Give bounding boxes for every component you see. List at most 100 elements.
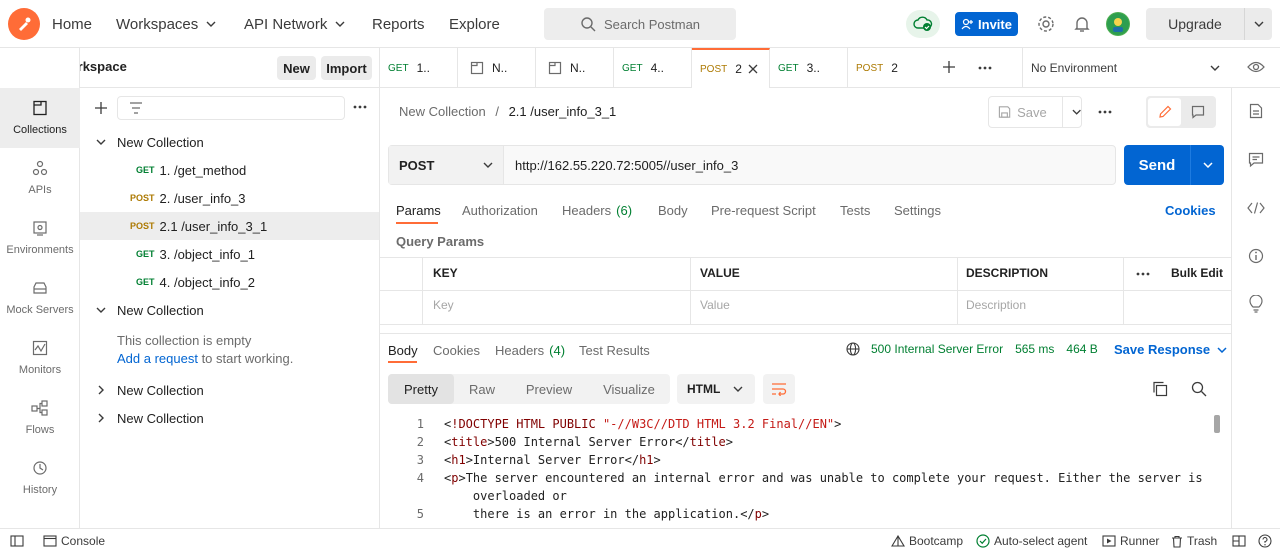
collection-item[interactable]: New Collection	[80, 296, 379, 324]
avatar[interactable]	[1106, 12, 1130, 36]
rail-item-mock-servers[interactable]: Mock Servers	[0, 268, 80, 328]
code-icon[interactable]	[1247, 202, 1265, 214]
tab-options-icon[interactable]	[978, 66, 992, 70]
response-tab-cookies[interactable]: Cookies	[433, 342, 480, 358]
breadcrumb-parent[interactable]: New Collection	[399, 104, 486, 119]
response-size[interactable]: 464 B	[1066, 342, 1097, 356]
tab-settings[interactable]: Settings	[894, 200, 941, 220]
nav-workspaces[interactable]: Workspaces	[116, 0, 216, 48]
search-icon[interactable]	[1191, 381, 1207, 397]
request-item-selected[interactable]: POST 2.1 /user_info_3_1	[80, 212, 379, 240]
search-input[interactable]: Search Postman	[544, 8, 736, 40]
request-item[interactable]: GET 4. /object_info_2	[80, 268, 379, 296]
upgrade-button[interactable]: Upgrade	[1146, 8, 1272, 40]
upgrade-dropdown[interactable]	[1245, 21, 1272, 27]
format-preview[interactable]: Preview	[510, 374, 588, 404]
collection-item[interactable]: New Collection	[80, 404, 379, 432]
send-dropdown[interactable]	[1191, 162, 1224, 168]
layout-toggle-button[interactable]	[1232, 533, 1250, 549]
add-icon[interactable]	[93, 100, 109, 116]
rail-item-collections[interactable]: Collections	[0, 88, 80, 148]
nav-explore[interactable]: Explore	[449, 0, 500, 48]
scrollbar[interactable]	[1214, 415, 1220, 433]
request-tab[interactable]: GET 4..	[614, 48, 692, 88]
nav-reports[interactable]: Reports	[372, 0, 425, 48]
wrap-lines-button[interactable]	[763, 374, 795, 404]
save-response-button[interactable]: Save Response	[1114, 342, 1227, 357]
rail-item-flows[interactable]: Flows	[0, 388, 80, 448]
close-icon[interactable]	[748, 64, 758, 74]
response-tab-body[interactable]: Body	[388, 342, 418, 358]
toggle-sidebar-button[interactable]	[10, 533, 28, 549]
nav-api-network[interactable]: API Network	[244, 0, 345, 48]
url-input[interactable]: http://162.55.220.72:5005//user_info_3	[504, 158, 738, 173]
format-visualize[interactable]: Visualize	[588, 374, 670, 404]
eye-icon[interactable]	[1247, 60, 1265, 74]
rail-item-environments[interactable]: Environments	[0, 208, 80, 268]
response-tab-headers[interactable]: Headers (4)	[495, 342, 565, 358]
description-input[interactable]: Description	[966, 298, 1026, 312]
invite-button[interactable]: Invite	[955, 12, 1018, 36]
bootcamp-button[interactable]: Bootcamp	[891, 533, 963, 549]
save-button[interactable]: Save	[988, 96, 1082, 128]
request-tab[interactable]: GET 3..	[770, 48, 848, 88]
info-icon[interactable]	[1248, 248, 1264, 264]
value-input[interactable]: Value	[700, 298, 730, 312]
filter-input[interactable]	[117, 96, 345, 120]
more-options-icon[interactable]	[1098, 110, 1112, 114]
chevron-down-icon[interactable]	[1072, 109, 1081, 115]
request-tab[interactable]: N..	[458, 48, 536, 88]
tab-tests[interactable]: Tests	[840, 200, 870, 220]
format-pretty[interactable]: Pretty	[388, 374, 454, 404]
tab-headers[interactable]: Headers (6)	[562, 200, 632, 220]
lightbulb-icon[interactable]	[1249, 295, 1263, 313]
tab-authorization[interactable]: Authorization	[462, 200, 538, 220]
request-tab[interactable]: N..	[536, 48, 614, 88]
request-item[interactable]: GET 3. /object_info_1	[80, 240, 379, 268]
request-tab[interactable]: POST 2	[848, 48, 926, 88]
request-item[interactable]: POST 2. /user_info_3	[80, 184, 379, 212]
runner-button[interactable]: Runner	[1102, 533, 1159, 549]
settings-button[interactable]	[1032, 10, 1060, 38]
trash-button[interactable]: Trash	[1171, 533, 1217, 549]
notifications-button[interactable]	[1068, 10, 1096, 38]
method-select[interactable]: POST	[389, 146, 504, 184]
request-tab-active[interactable]: POST 2	[692, 48, 770, 88]
tab-params[interactable]: Params	[396, 200, 441, 220]
format-raw[interactable]: Raw	[454, 374, 510, 404]
postman-logo-icon[interactable]	[8, 8, 40, 40]
more-options-icon[interactable]	[1136, 272, 1150, 276]
collection-item[interactable]: New Collection	[80, 128, 379, 156]
key-input[interactable]: Key	[433, 298, 454, 312]
send-button[interactable]: Send	[1124, 145, 1224, 185]
rail-item-monitors[interactable]: Monitors	[0, 328, 80, 388]
request-tab[interactable]: GET 1..	[380, 48, 458, 88]
edit-mode-button[interactable]	[1148, 98, 1181, 126]
status-code[interactable]: 500 Internal Server Error	[871, 342, 1003, 356]
request-item[interactable]: GET 1. /get_method	[80, 156, 379, 184]
environment-select[interactable]: No Environment	[1022, 48, 1230, 88]
documentation-icon[interactable]	[1249, 103, 1263, 119]
tab-pre-request-script[interactable]: Pre-request Script	[711, 200, 816, 220]
more-options-icon[interactable]	[353, 105, 367, 109]
import-button[interactable]: Import	[321, 56, 372, 80]
sync-status-button[interactable]	[906, 10, 940, 38]
add-request-link[interactable]: Add a request	[117, 351, 198, 366]
agent-button[interactable]: Auto-select agent	[976, 533, 1087, 549]
globe-icon[interactable]	[846, 342, 860, 356]
collection-item[interactable]: New Collection	[80, 376, 379, 404]
language-select[interactable]: HTML	[677, 374, 755, 404]
copy-icon[interactable]	[1152, 381, 1168, 397]
response-tab-test-results[interactable]: Test Results	[579, 342, 650, 358]
comment-mode-button[interactable]	[1181, 98, 1214, 126]
help-button[interactable]	[1258, 533, 1276, 549]
nav-home[interactable]: Home	[52, 0, 92, 48]
comments-icon[interactable]	[1248, 152, 1264, 168]
rail-item-apis[interactable]: APIs	[0, 148, 80, 208]
tab-body[interactable]: Body	[658, 200, 688, 220]
cookies-link[interactable]: Cookies	[1165, 200, 1216, 220]
bulk-edit-button[interactable]: Bulk Edit	[1171, 266, 1223, 280]
console-button[interactable]: Console	[43, 533, 105, 549]
new-button[interactable]: New	[277, 56, 316, 80]
response-time[interactable]: 565 ms	[1015, 342, 1054, 356]
